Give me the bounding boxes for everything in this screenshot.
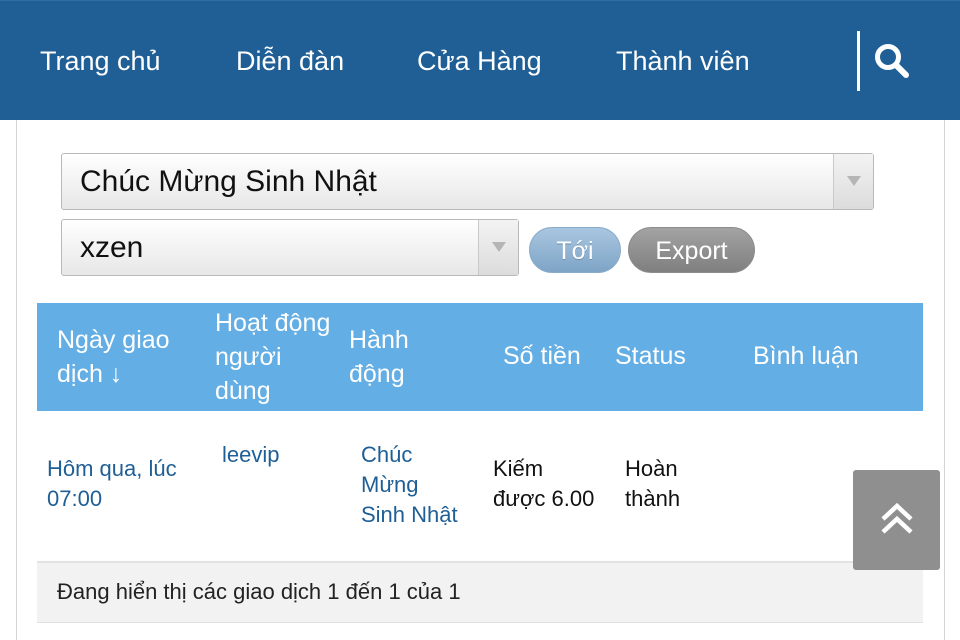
content-border-right xyxy=(944,120,945,640)
chevron-down-icon xyxy=(492,242,506,252)
search-button[interactable] xyxy=(872,41,912,81)
pagination-summary: Đang hiển thị các giao dịch 1 đến 1 của … xyxy=(57,579,461,604)
nav-divider xyxy=(857,31,860,91)
nav-item-forum[interactable]: Diễn đàn xyxy=(236,45,344,77)
column-header-action[interactable]: Hành động xyxy=(349,323,409,391)
column-header-comment[interactable]: Bình luận xyxy=(753,339,859,373)
user-dropdown-toggle[interactable] xyxy=(478,220,518,275)
transaction-type-dropdown-toggle[interactable] xyxy=(833,154,873,209)
nav-item-members[interactable]: Thành viên xyxy=(616,45,750,77)
double-chevron-up-icon xyxy=(881,502,913,534)
content-border-left xyxy=(16,120,17,640)
user-select[interactable]: xzen xyxy=(61,219,519,276)
nav-item-home[interactable]: Trang chủ xyxy=(40,45,161,77)
row-action-link[interactable]: Chúc Mừng Sinh Nhật xyxy=(361,440,458,530)
export-button[interactable]: Export xyxy=(628,227,755,273)
search-icon xyxy=(875,44,909,78)
go-button[interactable]: Tới xyxy=(529,227,621,273)
column-header-date[interactable]: Ngày giao dịch ↓ xyxy=(57,323,170,391)
chevron-down-icon xyxy=(847,176,861,186)
column-header-amount[interactable]: Số tiền xyxy=(503,339,581,373)
user-select-value: xzen xyxy=(80,231,144,264)
row-status: Hoàn thành xyxy=(625,456,681,511)
row-amount: Kiếm được 6.00 xyxy=(493,456,595,511)
table-footer: Đang hiển thị các giao dịch 1 đến 1 của … xyxy=(37,563,923,623)
transaction-type-select[interactable]: Chúc Mừng Sinh Nhật xyxy=(61,153,874,210)
top-nav: Trang chủ Diễn đàn Cửa Hàng Thành viên xyxy=(0,0,960,120)
transactions-table-header: Ngày giao dịch ↓ Hoạt động người dùng Hà… xyxy=(37,303,923,411)
row-user-link[interactable]: leevip xyxy=(222,440,279,470)
row-date[interactable]: Hôm qua, lúc 07:00 xyxy=(47,454,177,514)
nav-item-shop[interactable]: Cửa Hàng xyxy=(417,45,542,77)
back-to-top-button[interactable] xyxy=(853,470,940,570)
transaction-type-value: Chúc Mừng Sinh Nhật xyxy=(80,165,377,198)
column-header-status[interactable]: Status xyxy=(615,339,686,373)
column-header-user-activity[interactable]: Hoạt động người dùng xyxy=(215,306,330,408)
